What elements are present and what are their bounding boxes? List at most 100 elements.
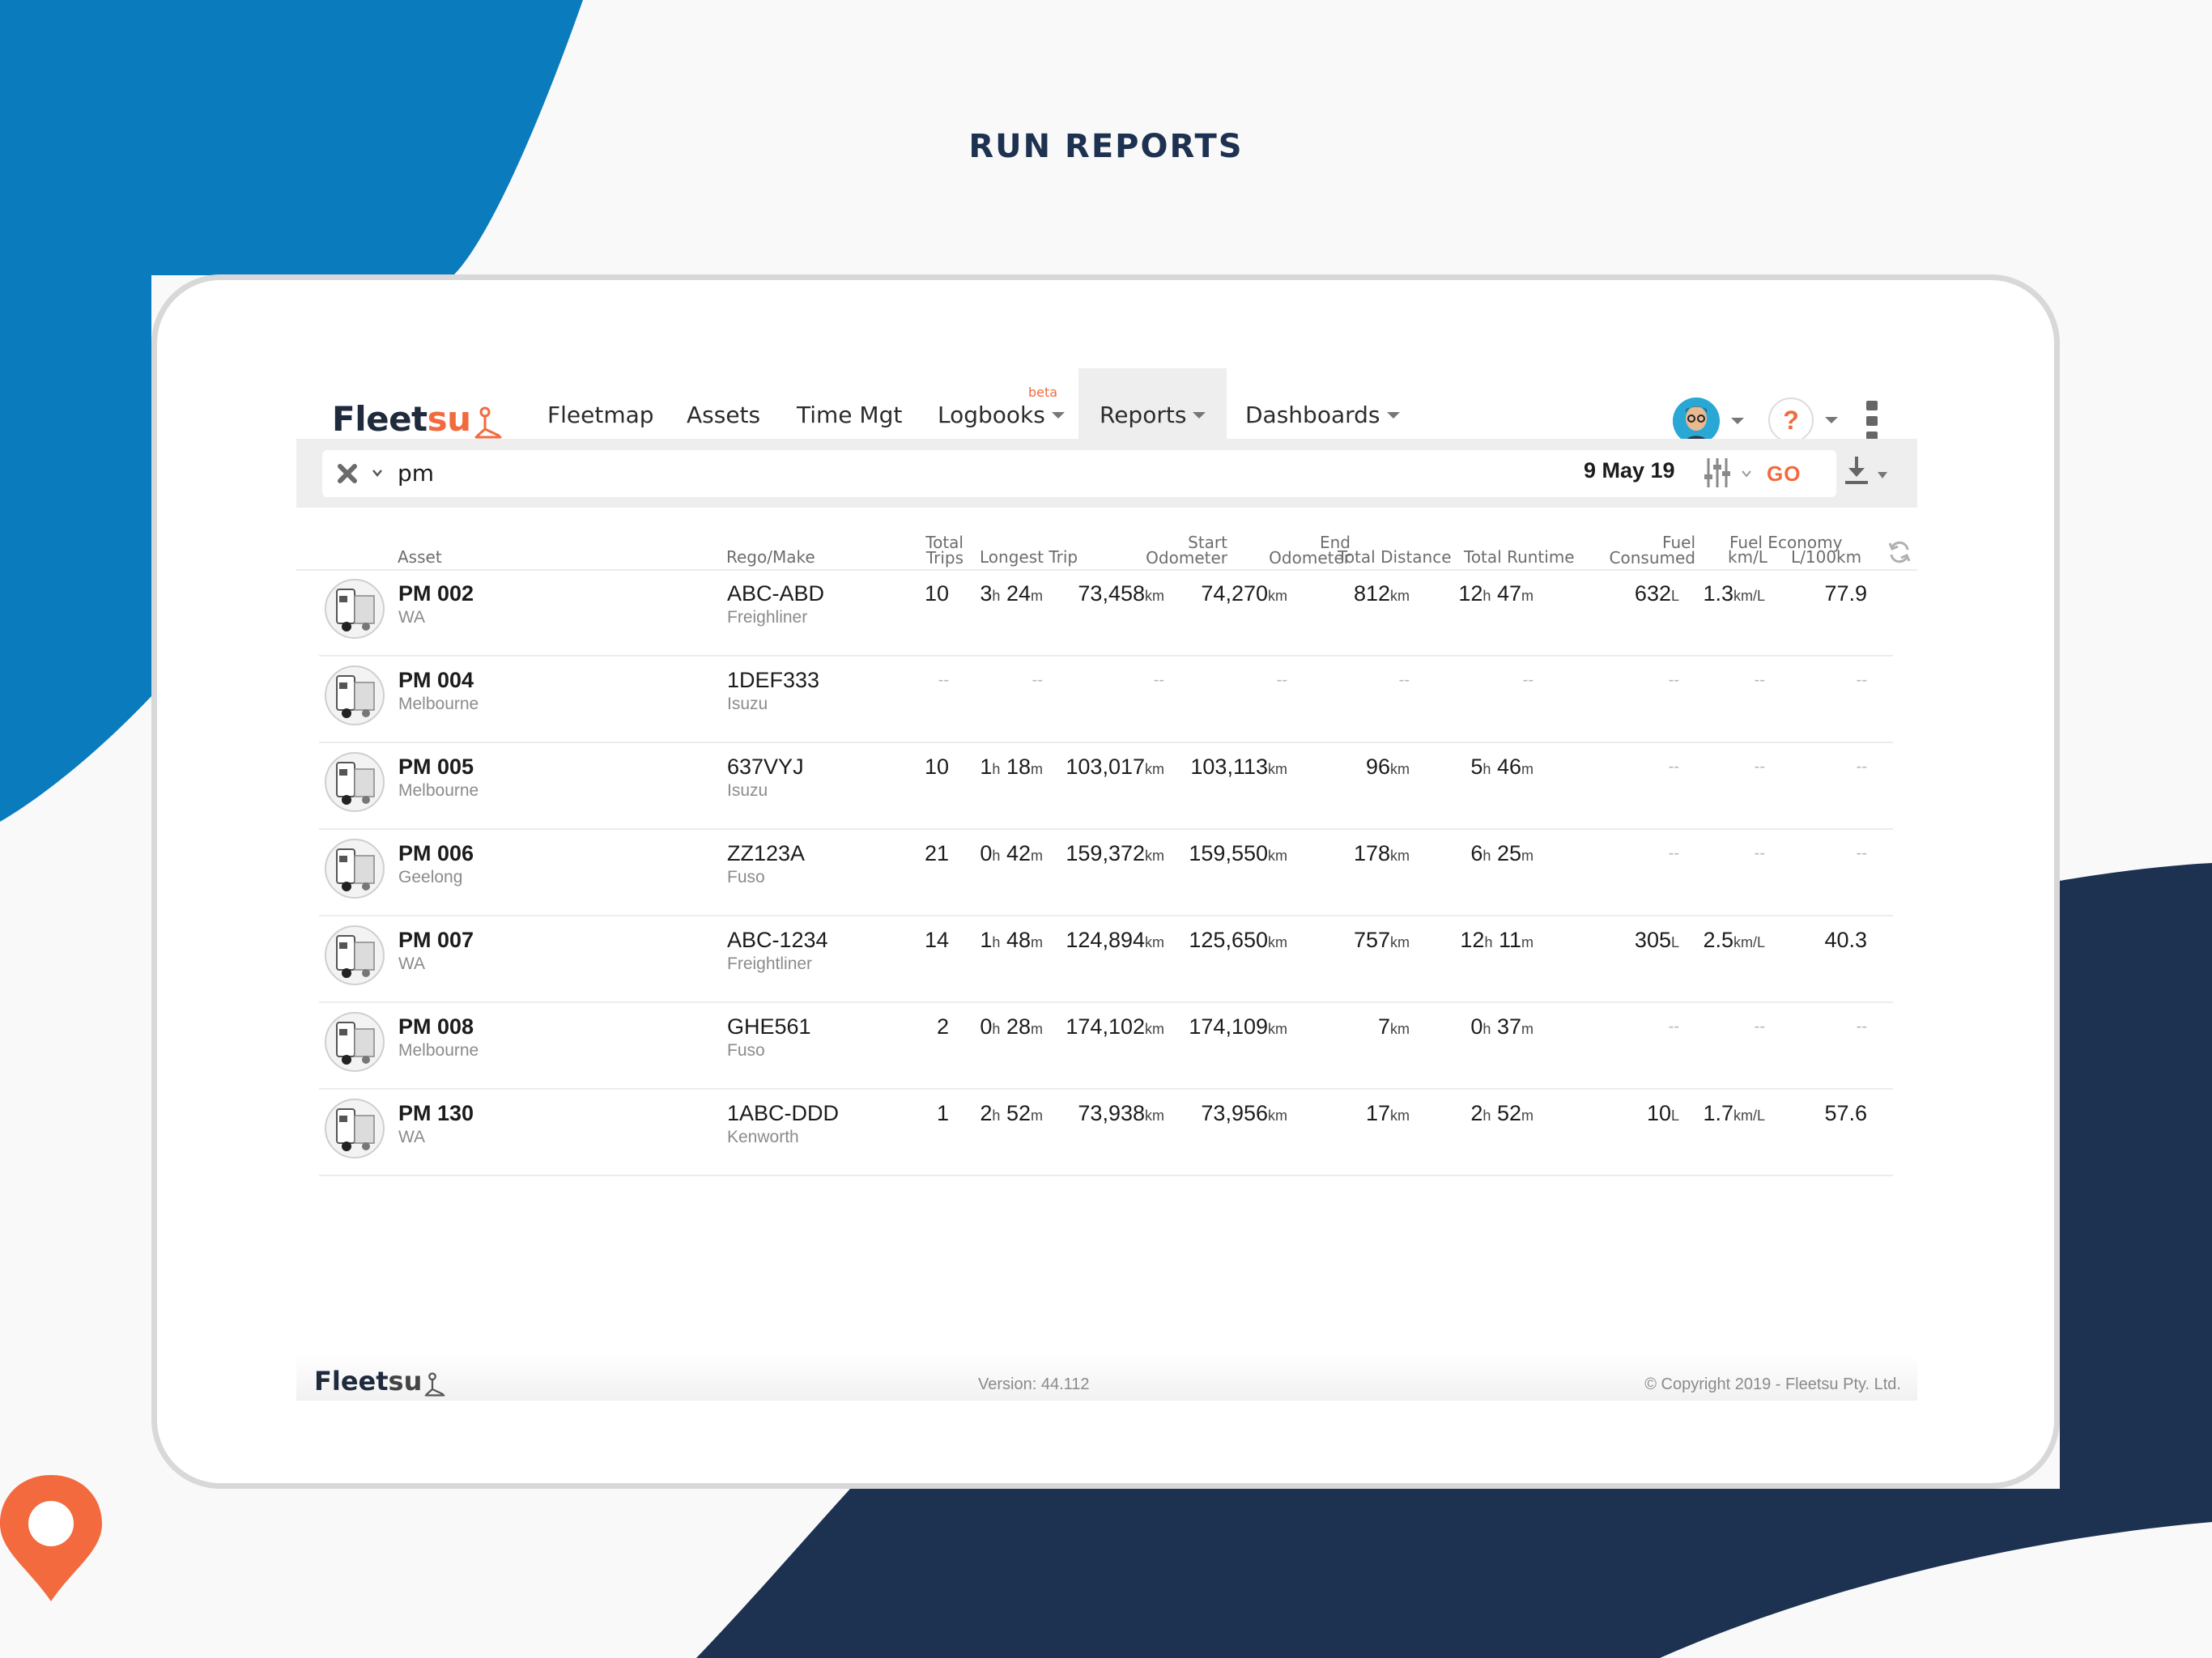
cell-fuel-empty: --: [1668, 671, 1679, 689]
clear-search-icon[interactable]: [337, 463, 358, 484]
cell-fuel: 632L: [1634, 581, 1679, 606]
asset-make: Freightliner: [727, 954, 813, 973]
fleetsu-logo[interactable]: Fleetsu: [332, 399, 502, 439]
logo-text-accent: su: [427, 399, 471, 439]
table-row[interactable]: PM 130 WA 1ABC-DDD Kenworth 1 2h 52m 73,938km 7…: [319, 1090, 1893, 1176]
cell-l100-empty: --: [1856, 671, 1867, 689]
logo-text-main: Fleet: [332, 399, 428, 439]
cell-trips-empty: --: [938, 671, 949, 689]
table-row[interactable]: PM 002 WA ABC-ABD Freighliner 10 3h 24m 73,458…: [319, 570, 1893, 657]
cell-kml-empty: --: [1754, 671, 1765, 689]
asset-name[interactable]: PM 006: [398, 841, 474, 866]
cell-kml-empty: --: [1754, 758, 1765, 776]
cell-longest: 2h 52m: [980, 1101, 1043, 1125]
cell-start: 159,372km: [1066, 841, 1164, 865]
copyright-text: © Copyright 2019 - Fleetsu Pty. Ltd.: [1644, 1375, 1901, 1393]
asset-make: Freighliner: [727, 608, 808, 627]
cell-trips: 2: [936, 1014, 949, 1039]
go-button[interactable]: GO: [1767, 461, 1801, 487]
cell-l100-empty: --: [1856, 1018, 1867, 1035]
cell-end: 103,113km: [1190, 755, 1287, 779]
cell-dist: 178km: [1353, 841, 1410, 865]
cell-longest: 0h 42m: [980, 841, 1043, 865]
chevron-down-icon[interactable]: [1741, 470, 1752, 478]
cell-fuel: 305L: [1634, 928, 1679, 952]
asset-location: Melbourne: [398, 1041, 479, 1060]
col-total-distance[interactable]: Total Distance: [1338, 549, 1452, 565]
truck-icon: [324, 751, 385, 813]
col-fuel-consumed[interactable]: Fuel Consumed: [1610, 534, 1695, 566]
asset-location: Melbourne: [398, 781, 479, 800]
cell-end: 74,270km: [1201, 581, 1287, 606]
chevron-down-icon[interactable]: [371, 466, 384, 479]
cell-longest-empty: --: [1032, 671, 1043, 689]
filter-sliders-icon[interactable]: [1704, 457, 1731, 489]
logo-person-pin-icon: [474, 406, 502, 439]
cell-fuel-empty: --: [1668, 758, 1679, 776]
cell-end: 125,650km: [1189, 928, 1287, 952]
col-start-odometer[interactable]: Start Odometer: [1146, 534, 1227, 566]
cell-kml: 2.5km/L: [1703, 928, 1765, 952]
col-total-trips[interactable]: Total Trips: [925, 534, 963, 566]
version-text: Version: 44.112: [978, 1375, 1090, 1393]
user-menu[interactable]: [1673, 397, 1744, 444]
cell-run-empty: --: [1522, 671, 1534, 689]
table-row[interactable]: PM 005 Melbourne 637VYJ Isuzu 10 1h 18m 103,01…: [319, 743, 1893, 830]
col-total-runtime[interactable]: Total Runtime: [1464, 549, 1575, 565]
app-footer: Fleet su Version: 44.112 © Copyright 2019…: [296, 1354, 1917, 1401]
search-input[interactable]: [398, 457, 964, 489]
cell-trips: 10: [924, 755, 949, 779]
cell-l100-empty: --: [1856, 758, 1867, 776]
cell-run: 5h 46m: [1470, 755, 1534, 779]
chevron-down-icon: [1386, 411, 1400, 419]
asset-name[interactable]: PM 007: [398, 928, 474, 953]
chevron-down-icon: [1825, 417, 1838, 423]
asset-rego: ABC-1234: [727, 928, 828, 952]
cell-l100: 40.3: [1824, 928, 1867, 952]
cell-run: 6h 25m: [1470, 841, 1534, 865]
cell-kml-empty: --: [1754, 1018, 1765, 1035]
footer-logo[interactable]: Fleet su: [314, 1366, 445, 1397]
asset-location: WA: [398, 954, 426, 973]
table-row[interactable]: PM 004 Melbourne 1DEF333 Isuzu -- -- -- -- -- -- -…: [319, 657, 1893, 743]
cell-fuel-empty: --: [1668, 1018, 1679, 1035]
chevron-down-icon[interactable]: [1877, 471, 1888, 479]
cell-end: 73,956km: [1201, 1101, 1287, 1125]
asset-name[interactable]: PM 005: [398, 755, 474, 780]
asset-name[interactable]: PM 002: [398, 581, 474, 606]
asset-name[interactable]: PM 004: [398, 668, 474, 693]
beta-badge: beta: [1028, 385, 1058, 400]
col-asset[interactable]: Asset: [398, 549, 442, 565]
cell-longest: 1h 48m: [980, 928, 1043, 952]
cell-start-empty: --: [1153, 671, 1164, 689]
cell-dist: 812km: [1353, 581, 1410, 606]
asset-location: Geelong: [398, 868, 463, 886]
asset-location: WA: [398, 608, 426, 627]
asset-name[interactable]: PM 130: [398, 1101, 474, 1126]
asset-make: Kenworth: [727, 1128, 799, 1146]
refresh-icon[interactable]: [1887, 540, 1912, 564]
asset-rego: ABC-ABD: [727, 581, 825, 606]
cell-end-empty: --: [1276, 671, 1287, 689]
table-row[interactable]: PM 006 Geelong ZZ123A Fuso 21 0h 42m 159,372km…: [319, 830, 1893, 916]
table-row[interactable]: PM 007 WA ABC-1234 Freightliner 14 1h 48m 124,…: [319, 916, 1893, 1003]
more-options-icon[interactable]: [1866, 401, 1878, 441]
col-rego-make[interactable]: Rego/Make: [726, 549, 815, 565]
asset-name[interactable]: PM 008: [398, 1014, 474, 1039]
table-row[interactable]: PM 008 Melbourne GHE561 Fuso 2 0h 28m 174,102k…: [319, 1003, 1893, 1090]
col-longest-trip[interactable]: Longest Trip: [980, 549, 1078, 565]
cell-l100-empty: --: [1856, 844, 1867, 862]
cell-start: 174,102km: [1066, 1014, 1164, 1039]
download-icon[interactable]: [1843, 455, 1870, 487]
cell-kml: 1.7km/L: [1703, 1101, 1765, 1125]
help-menu[interactable]: ?: [1768, 397, 1838, 443]
cell-longest: 0h 28m: [980, 1014, 1043, 1039]
cell-start: 73,458km: [1078, 581, 1164, 606]
cell-trips: 10: [924, 581, 949, 606]
asset-location: WA: [398, 1128, 426, 1146]
cell-longest: 1h 18m: [980, 755, 1043, 779]
chevron-down-icon: [1731, 418, 1744, 424]
report-date[interactable]: 9 May 19: [1584, 458, 1675, 483]
asset-rego: ZZ123A: [727, 841, 806, 865]
cell-run: 12h 11m: [1460, 928, 1534, 952]
